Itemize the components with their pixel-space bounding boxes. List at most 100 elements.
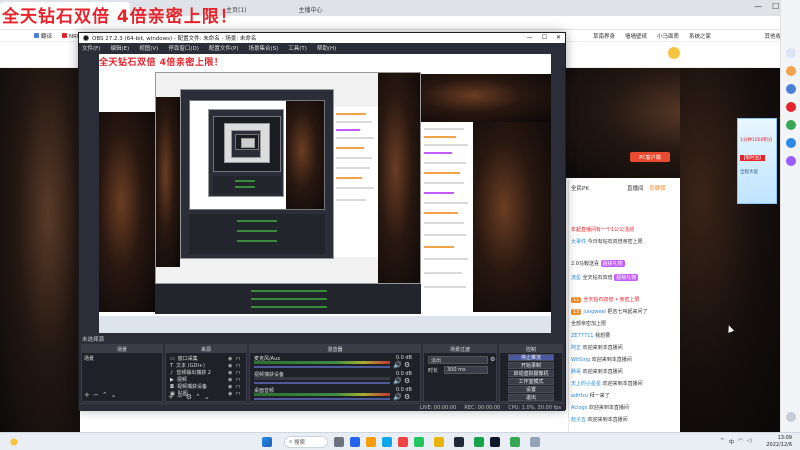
gear-icon[interactable]: ⚙	[404, 361, 410, 369]
app-icon[interactable]	[434, 437, 444, 447]
down-icon[interactable]: ⌄	[204, 393, 213, 401]
volume-slider[interactable]	[254, 398, 390, 400]
maximize-icon[interactable]: ☐	[772, 2, 779, 11]
chat-tab[interactable]: 贡献榜	[649, 184, 666, 192]
task-view-icon[interactable]	[334, 437, 344, 447]
visibility-icon[interactable]: ◉	[228, 384, 232, 390]
bookmark-item[interactable]: 草南界身	[593, 32, 615, 40]
visibility-icon[interactable]: ◉	[228, 391, 232, 397]
app-icon[interactable]	[350, 437, 360, 447]
speaker-icon[interactable]: 🔊	[393, 377, 402, 385]
source-item[interactable]: ▶ 视频 ◉ ⊓	[170, 376, 240, 384]
add-icon[interactable]: +	[84, 391, 93, 399]
source-item[interactable]: ◘ 视频捕获设备 ◉ ⊓	[170, 383, 240, 391]
extension-icon[interactable]	[786, 138, 796, 148]
virtual-camera-button[interactable]: 启动虚拟摄像机	[508, 370, 554, 377]
visibility-icon[interactable]: ◉	[228, 370, 232, 376]
folder-icon[interactable]	[366, 437, 376, 447]
search-icon[interactable]	[786, 48, 796, 58]
minimize-icon[interactable]: —	[754, 2, 762, 11]
source-item[interactable]: ♪ 音频输出捕获 2 ◉ ⊓	[170, 369, 240, 377]
avatar[interactable]	[668, 47, 680, 59]
extension-icon[interactable]	[786, 120, 796, 130]
wifi-icon[interactable]: ◠	[738, 438, 743, 446]
visibility-icon[interactable]: ◉	[228, 377, 232, 383]
exit-button[interactable]: 退出	[508, 394, 554, 401]
studio-mode-button[interactable]: 工作室模式	[508, 378, 554, 385]
chat-tab[interactable]: 全民PK	[571, 184, 589, 192]
bookmark-item[interactable]: 墙墙壁纸	[625, 32, 647, 40]
duration-input[interactable]: 300 ms	[444, 366, 488, 374]
add-icon[interactable]: +	[168, 393, 177, 401]
bookmark-item[interactable]: 系统之家	[689, 32, 711, 40]
obs-icon[interactable]	[490, 437, 500, 447]
input-method-icon[interactable]: 中	[729, 438, 735, 446]
speaker-icon[interactable]: 🔊	[393, 393, 402, 401]
menu-view[interactable]: 视图(V)	[139, 44, 158, 52]
browser-tab[interactable]: 主播中心	[293, 2, 329, 16]
remove-icon[interactable]: −	[93, 391, 102, 399]
lock-icon[interactable]: ⊓	[236, 370, 240, 376]
extension-icon[interactable]	[786, 102, 796, 112]
close-icon[interactable]: ✕	[556, 34, 561, 41]
extension-icon[interactable]	[786, 156, 796, 166]
transition-select[interactable]: 淡出	[428, 356, 488, 364]
start-recording-button[interactable]: 开始录制	[508, 362, 554, 369]
steam-icon[interactable]	[454, 437, 464, 447]
menu-help[interactable]: 帮助(H)	[317, 44, 336, 52]
menu-profile[interactable]: 配置文件(P)	[209, 44, 239, 52]
lock-icon[interactable]: ⊓	[236, 363, 240, 369]
lock-icon[interactable]: ⊓	[236, 391, 240, 397]
obs-titlebar[interactable]: OBS 27.2.3 (64-bit, windows) - 配置文件: 未命名…	[79, 33, 565, 43]
obs-preview[interactable]: 全天钻石双倍 4倍亲密上限！	[99, 54, 551, 333]
edge-icon[interactable]	[382, 437, 392, 447]
settings-icon[interactable]: ⚙	[186, 393, 195, 401]
bookmark-item[interactable]: 小马面质	[657, 32, 679, 40]
extension-icon[interactable]	[786, 66, 796, 76]
scene-item[interactable]: 场景	[84, 355, 94, 362]
clock[interactable]: 13:09 2022/12/6	[766, 435, 792, 449]
app-icon[interactable]	[398, 437, 408, 447]
promo-banner[interactable]: 1分钟1000积分 【限时送】 全程大促	[737, 118, 777, 204]
menu-edit[interactable]: 编辑(E)	[110, 44, 129, 52]
weather-icon[interactable]	[8, 436, 20, 448]
volume-slider[interactable]	[254, 366, 390, 368]
up-icon[interactable]: ⌃	[102, 391, 111, 399]
maximize-icon[interactable]: ☐	[542, 34, 547, 41]
minimize-icon[interactable]: —	[527, 34, 533, 41]
pc-client-button[interactable]: PC客户端	[630, 152, 670, 162]
extension-icon[interactable]	[786, 84, 796, 94]
lock-icon[interactable]: ⊓	[236, 384, 240, 390]
start-icon[interactable]	[262, 437, 272, 447]
chat-tab[interactable]: 直播间	[627, 184, 644, 192]
source-item[interactable]: T 文本 (GDI+) ◉ ⊓	[170, 362, 240, 370]
source-item[interactable]: ▭ 窗口采集 ◉ ⊓	[170, 355, 240, 363]
menu-file[interactable]: 文件(F)	[82, 44, 100, 52]
menu-docks[interactable]: 停靠窗口(D)	[168, 44, 199, 52]
settings-button[interactable]: 设置	[508, 386, 554, 393]
visibility-icon[interactable]: ◉	[228, 356, 232, 362]
settings-icon[interactable]	[786, 412, 796, 422]
speaker-icon[interactable]: 🔊	[393, 361, 402, 369]
up-icon[interactable]: ⌃	[195, 393, 204, 401]
stop-streaming-button[interactable]: 停止推流	[508, 354, 554, 361]
menu-tools[interactable]: 工具(T)	[288, 44, 307, 52]
volume-icon[interactable]: ◁	[747, 438, 751, 446]
volume-slider[interactable]	[254, 382, 390, 384]
gear-icon[interactable]: ⚙	[404, 377, 410, 385]
bookmark-item[interactable]: 翻译	[34, 32, 52, 40]
app-icon[interactable]	[414, 437, 424, 447]
tray-expand-icon[interactable]: ^	[720, 438, 725, 446]
gear-icon[interactable]: ⚙	[490, 356, 495, 363]
menu-scene-collection[interactable]: 场景集合(S)	[248, 44, 278, 52]
search-box[interactable]: ⌕ 搜索	[284, 436, 328, 448]
gear-icon[interactable]: ⚙	[404, 393, 410, 401]
lock-icon[interactable]: ⊓	[236, 356, 240, 362]
app-icon[interactable]	[530, 437, 540, 447]
remove-icon[interactable]: −	[177, 393, 186, 401]
visibility-icon[interactable]: ◉	[228, 363, 232, 369]
down-icon[interactable]: ⌄	[111, 391, 120, 399]
wechat-icon[interactable]	[474, 437, 484, 447]
lock-icon[interactable]: ⊓	[236, 377, 240, 383]
chrome-icon[interactable]	[510, 437, 520, 447]
